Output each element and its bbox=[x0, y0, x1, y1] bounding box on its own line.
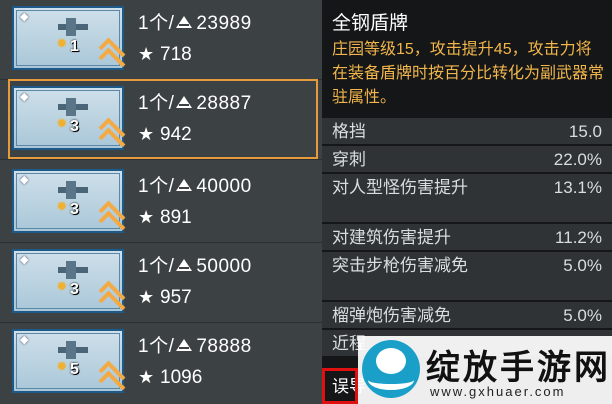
watermark-title: 绽放手游网 bbox=[426, 349, 611, 387]
item-stat: ★ 718 bbox=[138, 44, 192, 66]
diamond-icon: ◆ bbox=[20, 174, 29, 186]
shield-icon bbox=[58, 181, 88, 199]
currency-icon bbox=[176, 258, 193, 271]
currency-icon bbox=[176, 338, 193, 351]
attribute-list: 格挡 15.0 穿刺 22.0% 对人型怪伤害提升 13.1% 对建筑伤害提升 11.2… bbox=[322, 118, 612, 358]
item-stat: ★ 1096 bbox=[138, 367, 202, 389]
currency-icon bbox=[176, 178, 193, 191]
attribute-value: 5.0% bbox=[563, 256, 602, 275]
attribute-name: 穿刺 bbox=[332, 150, 366, 169]
attribute-row: 对人型怪伤害提升 13.1% bbox=[322, 174, 612, 222]
attribute-name: 格挡 bbox=[332, 122, 366, 141]
list-item[interactable]: ◆ ✹ 3 1个/50000 ★ 957 bbox=[0, 243, 322, 323]
diamond-icon: ◆ bbox=[20, 91, 29, 103]
highlight-box bbox=[322, 368, 358, 404]
price-value: 50000 bbox=[196, 256, 252, 277]
item-card: ◆ ✹ 3 bbox=[12, 249, 126, 318]
stat-value: 957 bbox=[160, 287, 192, 308]
attribute-value: 22.0% bbox=[553, 150, 602, 169]
price-prefix: 1个/ bbox=[138, 256, 175, 277]
price-value: 40000 bbox=[196, 176, 252, 197]
item-card: ◆ ✹ 3 bbox=[12, 169, 126, 238]
item-stat: ★ 957 bbox=[138, 287, 192, 309]
item-price: 1个/78888 bbox=[138, 331, 252, 358]
rank-chevron-icon bbox=[96, 280, 128, 318]
list-item[interactable]: ◆ ✹ 1 1个/23989 ★ 718 bbox=[0, 0, 322, 80]
shield-icon bbox=[58, 261, 88, 279]
gear-icon: ✹ bbox=[56, 115, 68, 131]
list-item-selected[interactable]: ◆ ✹ 3 1个/28887 ★ 942 bbox=[0, 79, 322, 160]
item-level: 3 bbox=[70, 281, 79, 298]
rank-chevron-icon bbox=[96, 360, 128, 398]
power-icon: ★ bbox=[138, 287, 155, 307]
gear-icon: ✹ bbox=[56, 198, 68, 214]
attribute-row: 格挡 15.0 bbox=[322, 118, 612, 144]
list-item[interactable]: ◆ ✹ 3 1个/40000 ★ 891 bbox=[0, 163, 322, 243]
item-level: 5 bbox=[70, 361, 79, 378]
item-level: 3 bbox=[70, 118, 79, 135]
item-price: 1个/28887 bbox=[138, 88, 252, 115]
attribute-row: 对建筑伤害提升 11.2% bbox=[322, 224, 612, 250]
item-stat: ★ 942 bbox=[138, 124, 192, 146]
gear-icon: ✹ bbox=[56, 278, 68, 294]
rank-chevron-icon bbox=[96, 37, 128, 75]
attribute-name: 榴弹炮伤害减免 bbox=[332, 306, 451, 325]
price-value: 23989 bbox=[196, 13, 252, 34]
list-item[interactable]: ◆ ✹ 5 1个/78888 ★ 1096 bbox=[0, 323, 322, 401]
price-value: 78888 bbox=[196, 336, 252, 357]
market-list: ◆ ✹ 1 1个/23989 ★ 718 ◆ ✹ 3 1个/28887 ★ 942 … bbox=[0, 0, 322, 404]
diamond-icon: ◆ bbox=[20, 334, 29, 346]
diamond-icon: ◆ bbox=[20, 254, 29, 266]
power-icon: ★ bbox=[138, 124, 155, 144]
price-value: 28887 bbox=[196, 93, 252, 114]
attribute-value: 13.1% bbox=[553, 178, 602, 197]
watermark: 绽放手游网 www.gxhuaer.com bbox=[358, 336, 612, 404]
price-prefix: 1个/ bbox=[138, 336, 175, 357]
item-level: 1 bbox=[70, 38, 79, 55]
stat-value: 942 bbox=[160, 124, 192, 145]
price-prefix: 1个/ bbox=[138, 93, 175, 114]
item-price: 1个/23989 bbox=[138, 8, 252, 35]
attribute-row: 榴弹炮伤害减免 5.0% bbox=[322, 302, 612, 328]
power-icon: ★ bbox=[138, 44, 155, 64]
item-title: 全钢盾牌 bbox=[332, 13, 409, 34]
diamond-icon: ◆ bbox=[20, 11, 29, 23]
item-stat: ★ 891 bbox=[138, 207, 192, 229]
watermark-url: www.gxhuaer.com bbox=[430, 384, 566, 399]
power-icon: ★ bbox=[138, 367, 155, 387]
item-level: 3 bbox=[70, 201, 79, 218]
attribute-value: 5.0% bbox=[563, 306, 602, 325]
shield-icon bbox=[58, 98, 88, 116]
attribute-name: 对建筑伤害提升 bbox=[332, 228, 451, 247]
item-card: ◆ ✹ 3 bbox=[12, 86, 126, 155]
attribute-name: 突击步枪伤害减免 bbox=[332, 256, 468, 275]
attribute-name: 对人型怪伤害提升 bbox=[332, 178, 468, 197]
shield-icon bbox=[58, 341, 88, 359]
price-prefix: 1个/ bbox=[138, 13, 175, 34]
stat-value: 891 bbox=[160, 207, 192, 228]
stat-value: 1096 bbox=[160, 367, 203, 388]
stat-value: 718 bbox=[160, 44, 192, 65]
attribute-value: 11.2% bbox=[555, 228, 602, 247]
item-price: 1个/40000 bbox=[138, 171, 252, 198]
item-card: ◆ ✹ 1 bbox=[12, 6, 126, 75]
octopus-logo-icon bbox=[362, 340, 420, 398]
rank-chevron-icon bbox=[96, 200, 128, 238]
attribute-row: 穿刺 22.0% bbox=[322, 146, 612, 172]
currency-icon bbox=[176, 95, 193, 108]
item-price: 1个/50000 bbox=[138, 251, 252, 278]
item-description: 庄园等级15，攻击提升45，攻击力将在装备盾牌时按百分比转化为副武器常驻属性。 bbox=[332, 41, 605, 106]
shield-icon bbox=[58, 18, 88, 36]
power-icon: ★ bbox=[138, 207, 155, 227]
gear-icon: ✹ bbox=[56, 35, 68, 51]
attribute-value: 15.0 bbox=[568, 122, 602, 141]
item-card: ◆ ✹ 5 bbox=[12, 329, 126, 398]
attribute-row: 突击步枪伤害减免 5.0% bbox=[322, 252, 612, 300]
rank-chevron-icon bbox=[96, 117, 128, 155]
currency-icon bbox=[176, 15, 193, 28]
gear-icon: ✹ bbox=[56, 358, 68, 374]
price-prefix: 1个/ bbox=[138, 176, 175, 197]
